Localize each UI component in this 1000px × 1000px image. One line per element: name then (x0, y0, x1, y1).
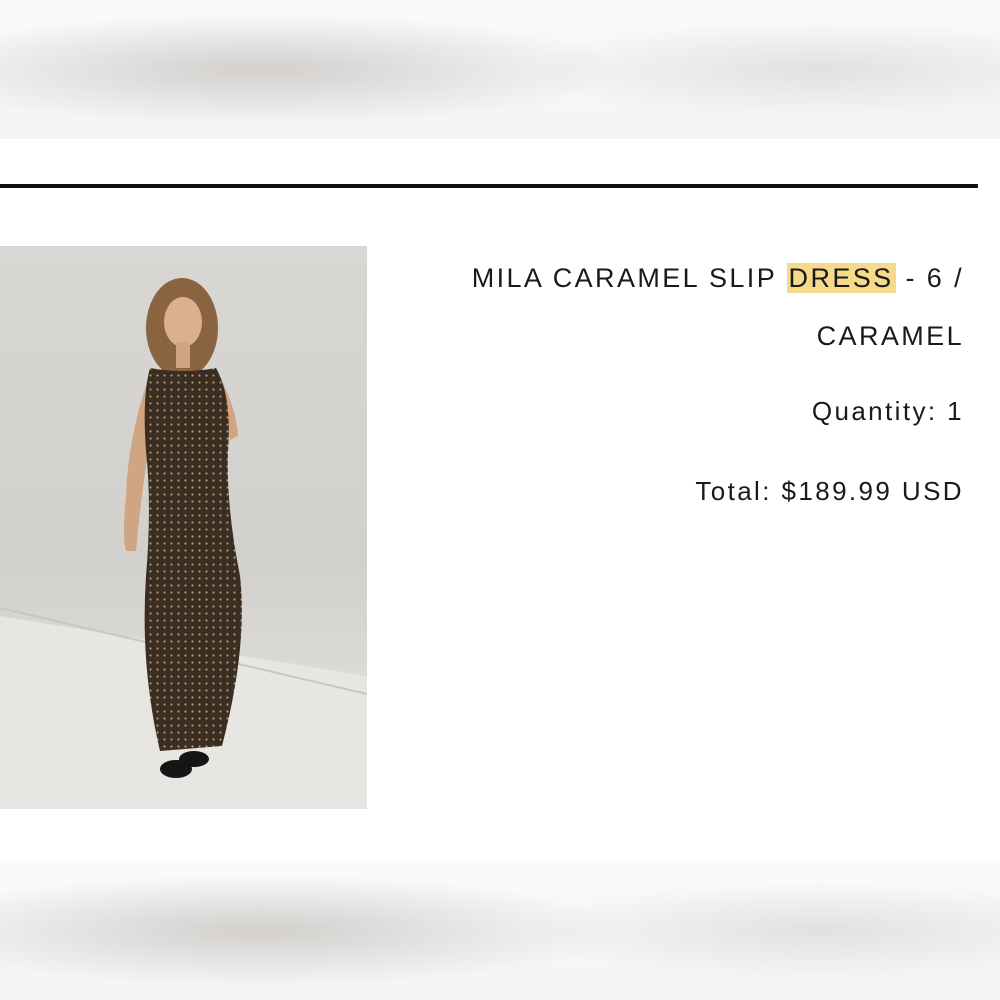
total-value: $189.99 USD (781, 476, 964, 506)
blurred-background-bottom (0, 861, 1000, 1000)
quantity-label: Quantity: (811, 396, 938, 426)
quantity-value: 1 (947, 396, 964, 426)
divider-line (0, 184, 978, 188)
order-item-card: MILA CARAMEL SLIP DRESS - 6 / CARAMEL Qu… (0, 139, 1000, 861)
total-row: Total: $189.99 USD (404, 473, 964, 509)
product-name: MILA CARAMEL SLIP (471, 263, 777, 293)
quantity-row: Quantity: 1 (404, 393, 964, 429)
product-size: - 6 / (905, 263, 964, 293)
product-variant: CARAMEL (816, 321, 964, 351)
product-image (0, 246, 367, 809)
product-title-line1: MILA CARAMEL SLIP DRESS - 6 / (404, 249, 964, 307)
product-details: MILA CARAMEL SLIP DRESS - 6 / CARAMEL Qu… (404, 249, 964, 509)
search-highlight: DRESS (786, 263, 896, 293)
blurred-background-top (0, 0, 1000, 139)
product-photo-illustration (0, 278, 367, 809)
total-label: Total: (695, 476, 772, 506)
